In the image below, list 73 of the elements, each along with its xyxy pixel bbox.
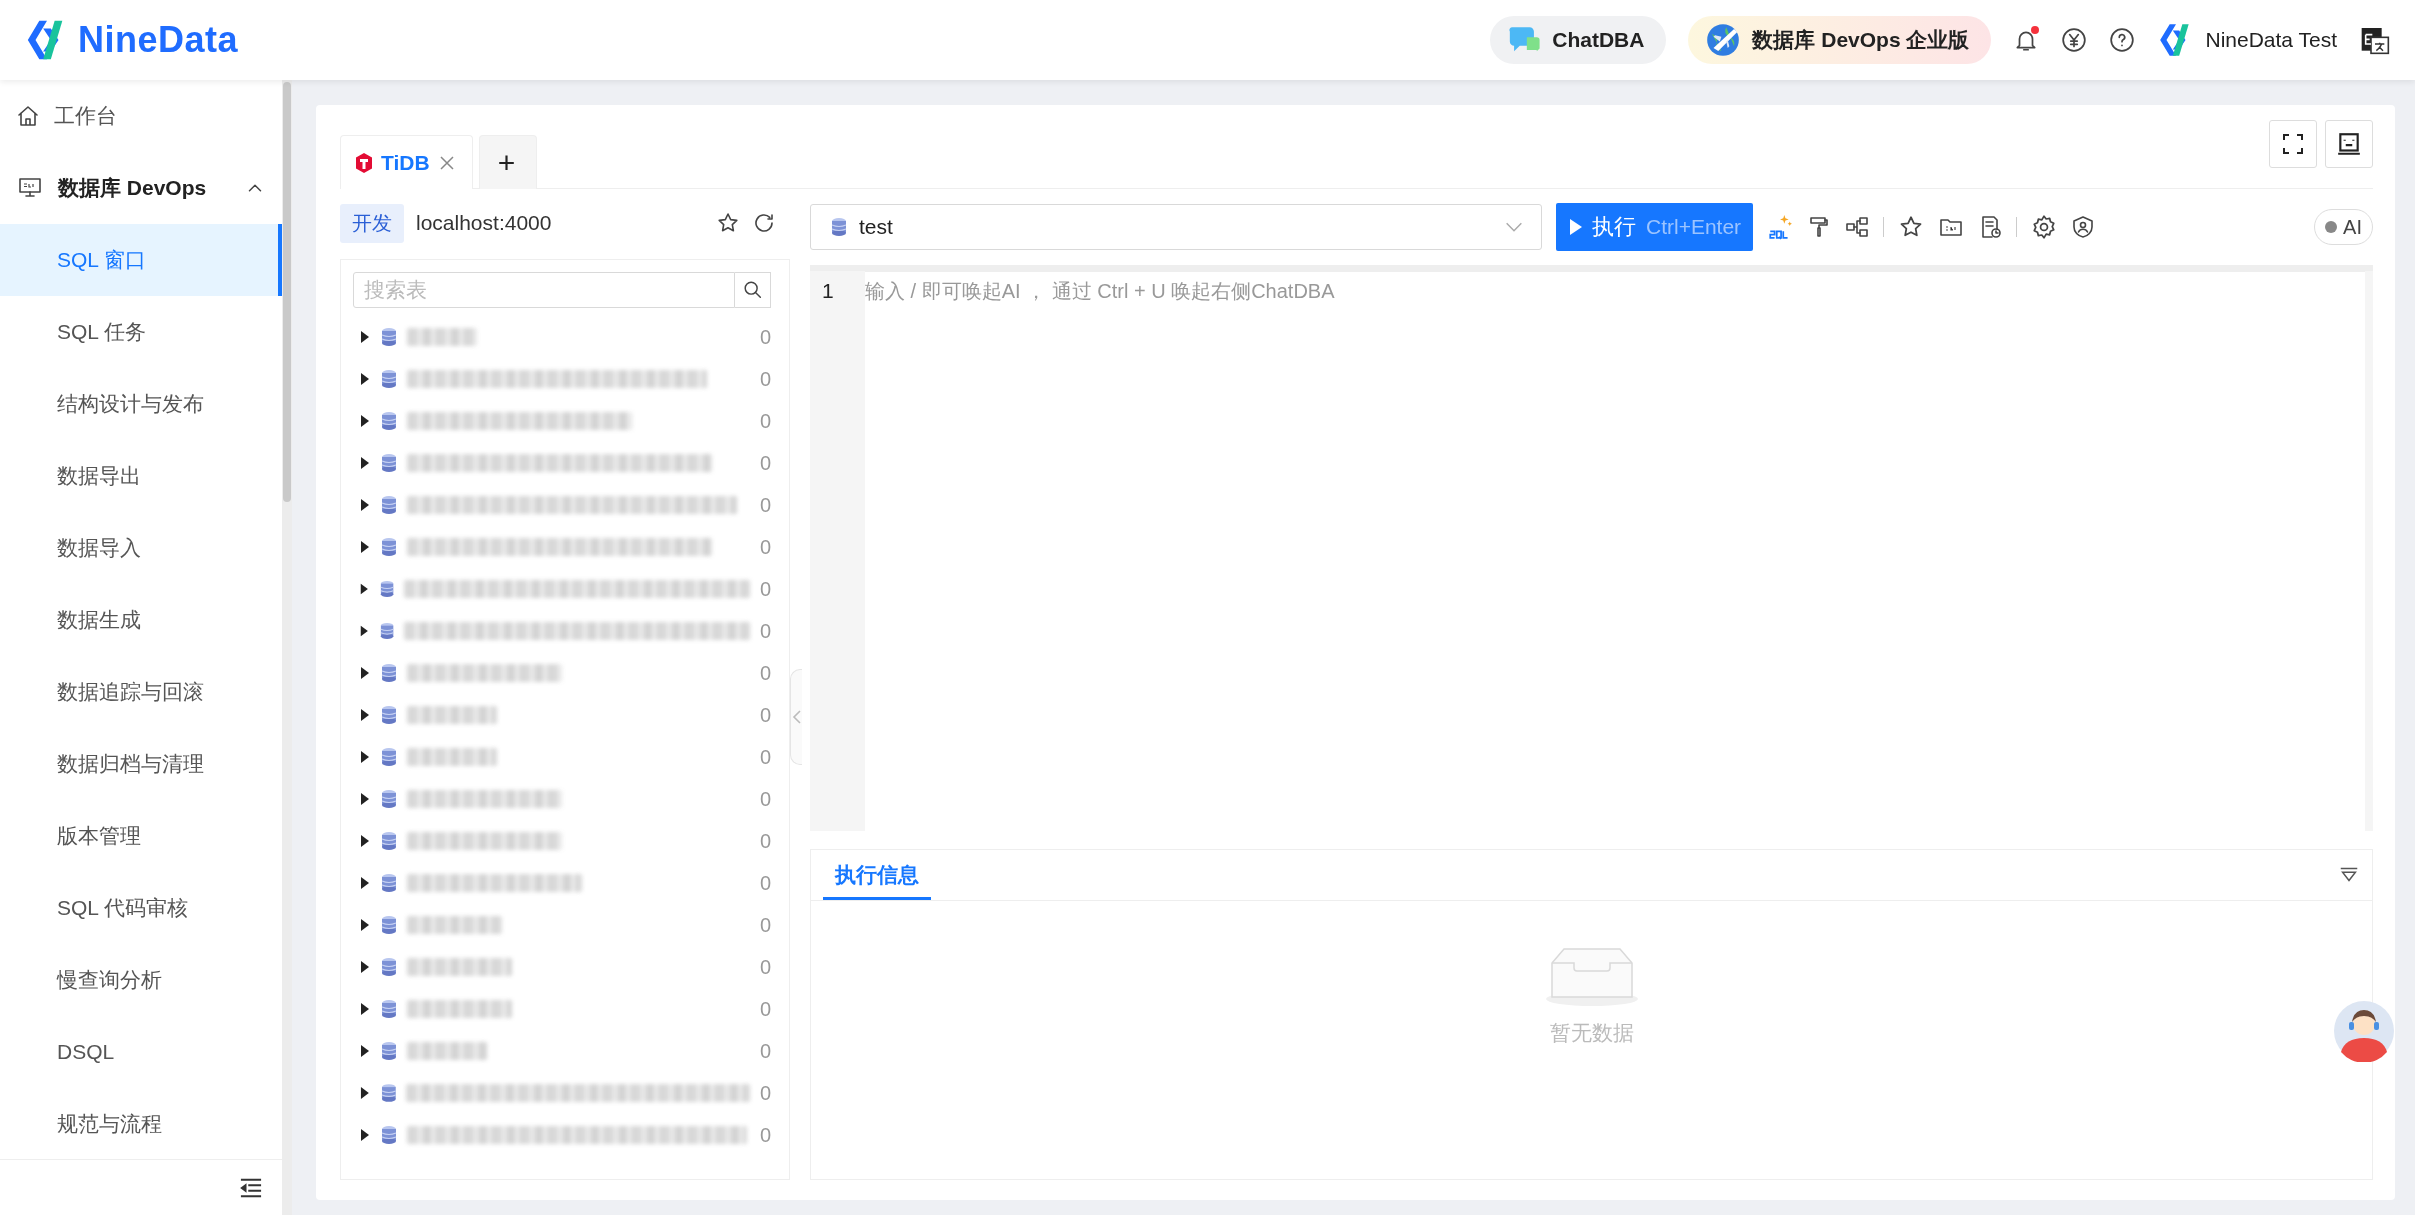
database-tree-item[interactable]: 0 — [353, 904, 779, 946]
table-count: 0 — [759, 535, 771, 559]
line-number: 1 — [822, 279, 835, 303]
table-count: 0 — [759, 871, 771, 895]
user-menu[interactable]: NineData Test — [2157, 21, 2337, 59]
sidebar-item[interactable]: DSQL — [0, 1016, 282, 1088]
database-tree-item[interactable]: 0 — [353, 526, 779, 568]
database-tree-item[interactable]: 0 — [353, 736, 779, 778]
database-tree-item[interactable]: 0 — [353, 1030, 779, 1072]
table-count: 0 — [759, 619, 771, 643]
table-count: 0 — [759, 451, 771, 475]
editor-placeholder: 输入 / 即可唤起AI ， 通过 Ctrl + U 唤起右侧ChatDBA — [865, 279, 1336, 304]
database-tree-item[interactable]: 0 — [353, 1114, 779, 1156]
table-count: 0 — [759, 577, 771, 601]
table-search-field[interactable]: 搜索表 — [353, 272, 735, 308]
table-count: 0 — [759, 1123, 771, 1147]
connection-tab[interactable]: TiDB — [340, 135, 473, 189]
database-tree-item[interactable]: 0 — [353, 652, 779, 694]
table-count: 0 — [759, 409, 771, 433]
chatdba-button[interactable]: ChatDBA — [1490, 16, 1667, 64]
database-tree-item[interactable]: 0 — [353, 820, 779, 862]
database-tree-item[interactable]: 0 — [353, 400, 779, 442]
sidebar-group[interactable]: 数据库 DevOps — [0, 152, 282, 224]
database-tree-item[interactable]: 0 — [353, 988, 779, 1030]
sidebar-item[interactable]: 数据追踪与回滚 — [0, 656, 282, 728]
run-button[interactable]: 执行 Ctrl+Enter — [1556, 203, 1754, 251]
add-tab-button[interactable]: + — [478, 135, 537, 189]
sidebar-item[interactable]: SQL 窗口 — [0, 224, 282, 296]
sidebar-item[interactable]: 数据生成 — [0, 584, 282, 656]
database-tree-item[interactable]: 0 — [353, 442, 779, 484]
sidebar-item[interactable]: 版本管理 — [0, 800, 282, 872]
table-count: 0 — [759, 997, 771, 1021]
empty-message: 暂无数据 — [1549, 1020, 1634, 1046]
database-tree-item[interactable]: 0 — [353, 484, 779, 526]
table-count: 0 — [759, 1081, 771, 1105]
sidebar-item[interactable]: SQL 代码审核 — [0, 872, 282, 944]
sql-editor[interactable]: 1 输入 / 即可唤起AI ， 通过 Ctrl + U 唤起右侧ChatDBA — [810, 265, 2373, 831]
sidebar-item[interactable]: 规范与流程 — [0, 1088, 282, 1159]
sidebar-item[interactable]: 数据导出 — [0, 440, 282, 512]
database-tree-item[interactable]: 0 — [353, 358, 779, 400]
sidebar-item[interactable]: 数据导入 — [0, 512, 282, 584]
table-count: 0 — [759, 367, 771, 391]
sidebar-item[interactable]: SQL 任务 — [0, 296, 282, 368]
sidebar-item[interactable]: 数据归档与清理 — [0, 728, 282, 800]
database-select[interactable]: test — [810, 204, 1542, 250]
sidebar-item[interactable]: 工作台 — [0, 80, 282, 152]
results-tab[interactable]: 执行信息 — [823, 861, 931, 900]
database-tree-item[interactable]: 0 — [353, 862, 779, 904]
table-count: 0 — [759, 955, 771, 979]
ai-toggle[interactable]: AI — [2314, 209, 2373, 245]
user-name: NineData Test — [2205, 28, 2337, 52]
table-count: 0 — [759, 1039, 771, 1063]
sidebar-item[interactable]: 慢查询分析 — [0, 944, 282, 1016]
table-count: 0 — [759, 913, 771, 937]
database-tree-item[interactable]: 0 — [353, 778, 779, 820]
table-count: 0 — [759, 787, 771, 811]
edition-button[interactable]: 数据库 DevOps 企业版 — [1688, 16, 1992, 64]
table-count: 0 — [759, 829, 771, 853]
table-count: 0 — [759, 325, 771, 349]
table-count: 0 — [759, 703, 771, 727]
database-tree-item[interactable]: 0 — [353, 1072, 779, 1114]
database-tree-item[interactable]: 0 — [353, 694, 779, 736]
connection-host: localhost:4000 — [416, 211, 552, 235]
database-tree-item[interactable]: 0 — [353, 568, 779, 610]
table-count: 0 — [759, 745, 771, 769]
database-tree-item[interactable]: 0 — [353, 316, 779, 358]
database-tree-item[interactable]: 0 — [353, 946, 779, 988]
database-tree-item[interactable]: 0 — [353, 610, 779, 652]
sidebar-item[interactable]: 结构设计与发布 — [0, 368, 282, 440]
table-count: 0 — [759, 661, 771, 685]
environment-tag: 开发 — [340, 203, 404, 243]
table-count: 0 — [759, 493, 771, 517]
logo-text: NineData — [78, 19, 239, 61]
